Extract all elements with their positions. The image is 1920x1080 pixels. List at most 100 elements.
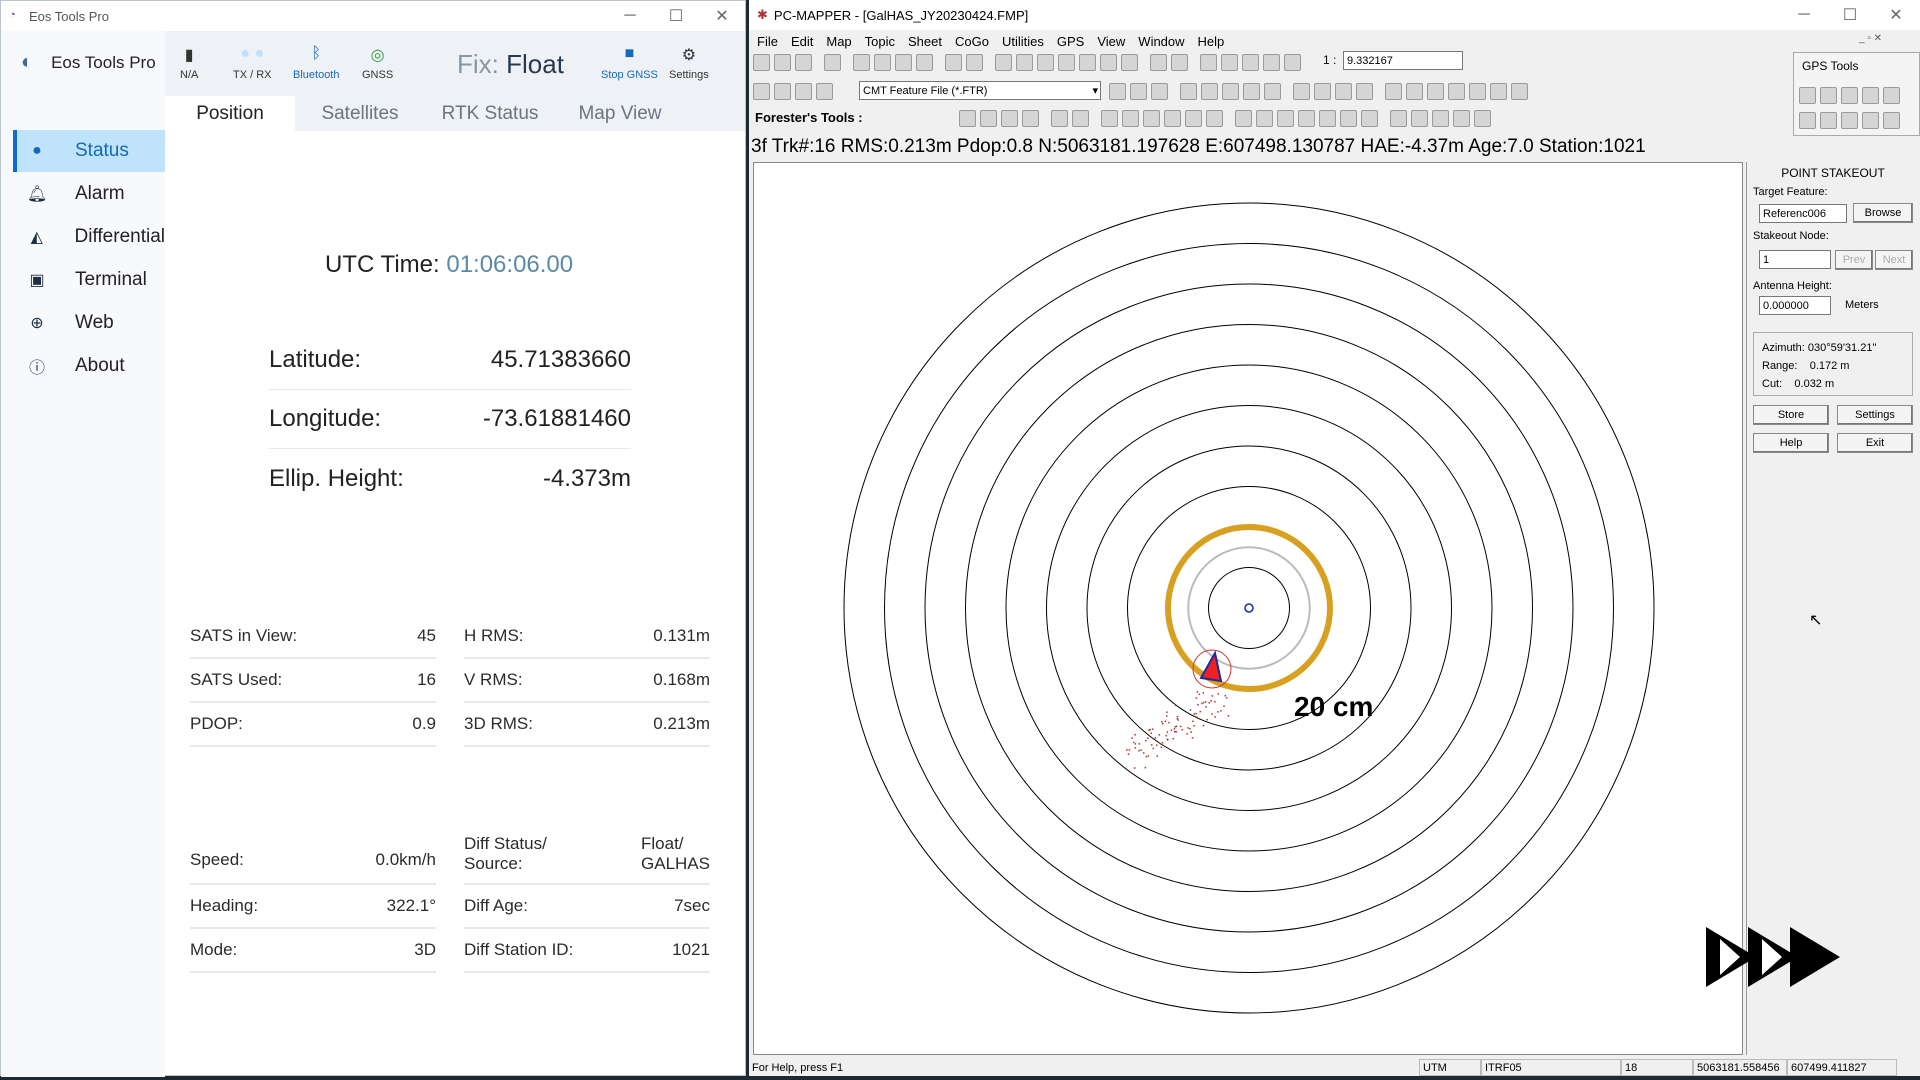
maximize-button[interactable]: ☐ [1827, 0, 1873, 30]
toolbar-tool-icon[interactable] [1883, 111, 1900, 129]
toolbar-tool-icon[interactable] [1058, 53, 1075, 71]
toolbar-tool-icon[interactable] [795, 82, 812, 100]
toolbar-tool-icon[interactable] [1185, 109, 1202, 127]
toolbar-tool-icon[interactable] [1448, 82, 1465, 100]
stop-gnss-button[interactable]: ■ Stop GNSS [601, 45, 658, 81]
sidebar-item-terminal[interactable]: ▣ Terminal [13, 259, 165, 301]
toolbar-tool-icon[interactable] [1180, 82, 1197, 100]
antenna-height-input[interactable]: 0.000000 [1759, 296, 1831, 315]
toolbar-tool-icon[interactable] [1799, 86, 1816, 104]
toolbar-tool-icon[interactable] [1319, 109, 1336, 127]
toolbar-tool-icon[interactable] [853, 53, 870, 71]
toolbar-tool-icon[interactable] [774, 53, 791, 71]
toolbar-tool-icon[interactable] [1151, 82, 1168, 100]
toolbar-tool-icon[interactable] [824, 53, 841, 71]
toolbar-tool-icon[interactable] [959, 109, 976, 127]
toolbar-tool-icon[interactable] [1820, 111, 1837, 129]
menu-edit[interactable]: Edit [791, 34, 813, 49]
tab-rtk-status[interactable]: RTK Status [425, 96, 555, 131]
tab-position[interactable]: Position [165, 96, 295, 131]
toolbar-tool-icon[interactable] [1411, 109, 1428, 127]
toolbar-tool-icon[interactable] [1100, 53, 1117, 71]
toolbar-tool-icon[interactable] [916, 53, 933, 71]
toolbar-tool-icon[interactable] [1235, 109, 1252, 127]
tab-satellites[interactable]: Satellites [295, 96, 425, 131]
toolbar-tool-icon[interactable] [1243, 82, 1260, 100]
toolbar-tool-icon[interactable] [995, 53, 1012, 71]
toolbar-tool-icon[interactable] [980, 109, 997, 127]
toolbar-tool-icon[interactable] [795, 53, 812, 71]
feature-file-select[interactable]: CMT Feature File (*.FTR) ▾ [859, 81, 1101, 100]
toolbar-tool-icon[interactable] [874, 53, 891, 71]
toolbar-tool-icon[interactable] [1469, 82, 1486, 100]
toolbar-tool-icon[interactable] [1277, 109, 1294, 127]
toolbar-tool-icon[interactable] [895, 53, 912, 71]
map-canvas[interactable]: 20 cm [753, 162, 1743, 1055]
toolbar-tool-icon[interactable] [1293, 82, 1310, 100]
toolbar-tool-icon[interactable] [1242, 53, 1259, 71]
sidebar-item-about[interactable]: ⓘ About [13, 345, 165, 387]
toolbar-tool-icon[interactable] [1406, 82, 1423, 100]
menu-view[interactable]: View [1097, 34, 1125, 49]
toolbar-tool-icon[interactable] [1122, 109, 1139, 127]
toolbar-tool-icon[interactable] [945, 53, 962, 71]
toolbar-tool-icon[interactable] [1256, 109, 1273, 127]
toolbar-tool-icon[interactable] [753, 82, 770, 100]
sidebar-item-web[interactable]: ⊕ Web [13, 302, 165, 344]
toolbar-tool-icon[interactable] [1171, 53, 1188, 71]
toolbar-tool-icon[interactable] [1356, 82, 1373, 100]
toolbar-tool-icon[interactable] [1079, 53, 1096, 71]
toolbar-tool-icon[interactable] [1150, 53, 1167, 71]
toolbar-tool-icon[interactable] [1453, 109, 1470, 127]
toolbar-tool-icon[interactable] [1841, 111, 1858, 129]
maximize-button[interactable]: ☐ [653, 1, 699, 31]
toolbar-tool-icon[interactable] [1222, 82, 1239, 100]
menu-utilities[interactable]: Utilities [1002, 34, 1044, 49]
exit-button[interactable]: Exit [1837, 433, 1913, 453]
toolbar-tool-icon[interactable] [1263, 53, 1280, 71]
stakeout-node-input[interactable]: 1 [1759, 250, 1831, 269]
toolbar-tool-icon[interactable] [753, 53, 770, 71]
scale-input[interactable]: 9.332167 [1343, 51, 1463, 70]
toolbar-tool-icon[interactable] [1862, 86, 1879, 104]
browse-button[interactable]: Browse [1853, 203, 1913, 223]
toolbar-tool-icon[interactable] [1221, 53, 1238, 71]
menu-sheet[interactable]: Sheet [908, 34, 942, 49]
tab-map-view[interactable]: Map View [555, 96, 685, 131]
next-button[interactable]: Next [1875, 250, 1913, 270]
sidebar-item-status[interactable]: ● Status [13, 130, 165, 172]
toolbar-tool-icon[interactable] [1201, 82, 1218, 100]
toolbar-tool-icon[interactable] [816, 82, 833, 100]
close-button[interactable]: ✕ [699, 1, 745, 31]
sidebar-item-alarm[interactable]: 🔔︎ Alarm [13, 173, 165, 215]
toolbar-tool-icon[interactable] [1340, 109, 1357, 127]
store-button[interactable]: Store [1753, 405, 1829, 425]
target-feature-input[interactable]: Referenc006 [1759, 204, 1847, 223]
toolbar-tool-icon[interactable] [1390, 109, 1407, 127]
close-button[interactable]: ✕ [1873, 0, 1919, 30]
toolbar-tool-icon[interactable] [1016, 53, 1033, 71]
toolbar-tool-icon[interactable] [1511, 82, 1528, 100]
toolbar-tool-icon[interactable] [1037, 53, 1054, 71]
toolbar-tool-icon[interactable] [1109, 82, 1126, 100]
toolbar-tool-icon[interactable] [1001, 109, 1018, 127]
toolbar-tool-icon[interactable] [1072, 109, 1089, 127]
menu-topic[interactable]: Topic [865, 34, 895, 49]
toolbar-tool-icon[interactable] [1335, 82, 1352, 100]
toolbar-tool-icon[interactable] [1820, 86, 1837, 104]
toolbar-tool-icon[interactable] [1862, 111, 1879, 129]
minimize-button[interactable]: ─ [1781, 0, 1827, 30]
toolbar-tool-icon[interactable] [1432, 109, 1449, 127]
toolbar-tool-icon[interactable] [1264, 82, 1281, 100]
toolbar-tool-icon[interactable] [1490, 82, 1507, 100]
menu-map[interactable]: Map [826, 34, 851, 49]
minimize-button[interactable]: ─ [607, 1, 653, 31]
toolbar-tool-icon[interactable] [1361, 109, 1378, 127]
settings-button[interactable]: Settings [1837, 405, 1913, 425]
sidebar-item-differential[interactable]: ◭ Differential [13, 216, 165, 258]
bluetooth-button[interactable]: ᛒ Bluetooth [293, 45, 339, 81]
menu-cogo[interactable]: CoGo [955, 34, 989, 49]
mdi-controls[interactable]: _ ▫ ✕ [1859, 33, 1882, 44]
toolbar-tool-icon[interactable] [1474, 109, 1491, 127]
toolbar-tool-icon[interactable] [1841, 86, 1858, 104]
